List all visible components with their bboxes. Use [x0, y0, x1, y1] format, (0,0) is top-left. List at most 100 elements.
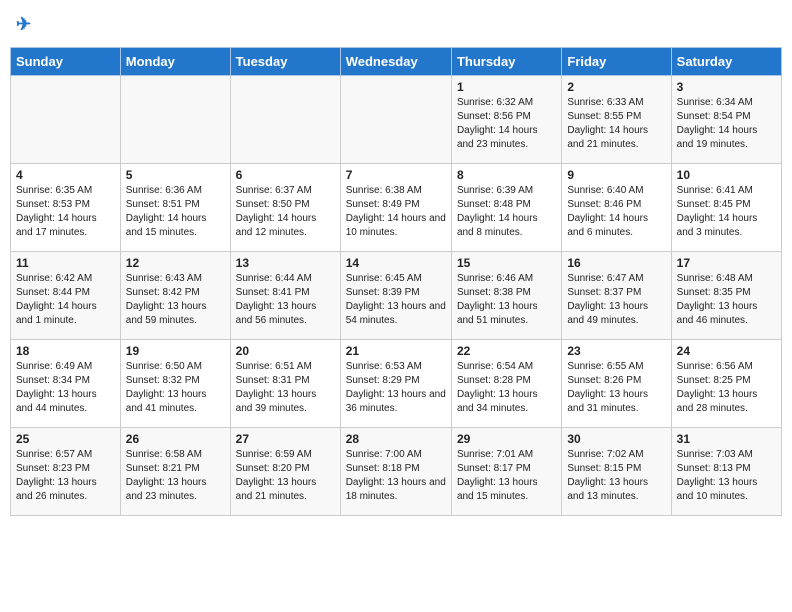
calendar-table: SundayMondayTuesdayWednesdayThursdayFrid…	[10, 47, 782, 516]
day-number: 26	[126, 432, 225, 446]
day-number: 18	[16, 344, 115, 358]
day-cell: 11Sunrise: 6:42 AM Sunset: 8:44 PM Dayli…	[11, 252, 121, 340]
day-cell: 31Sunrise: 7:03 AM Sunset: 8:13 PM Dayli…	[671, 428, 781, 516]
day-cell: 14 Sunrise: 6:45 AM Sunset: 8:39 PM Dayli…	[340, 252, 451, 340]
day-number: 4	[16, 168, 115, 182]
day-cell: 20 Sunrise: 6:51 AM Sunset: 8:31 PM Dayli…	[230, 340, 340, 428]
day-cell	[120, 76, 230, 164]
col-header-thursday: Thursday	[451, 48, 561, 76]
day-cell	[11, 76, 121, 164]
day-cell: 26 Sunrise: 6:58 AM Sunset: 8:21 PM Dayli…	[120, 428, 230, 516]
day-number: 21	[346, 344, 446, 358]
day-number: 1	[457, 80, 556, 94]
day-number: 9	[567, 168, 665, 182]
week-row-1: 1Sunrise: 6:32 AM Sunset: 8:56 PM Daylig…	[11, 76, 782, 164]
day-number: 22	[457, 344, 556, 358]
day-info: Sunrise: 6:53 AM Sunset: 8:29 PM Dayligh…	[346, 361, 446, 414]
day-cell: 1Sunrise: 6:32 AM Sunset: 8:56 PM Daylig…	[451, 76, 561, 164]
week-row-4: 18 Sunrise: 6:49 AM Sunset: 8:34 PM Dayli…	[11, 340, 782, 428]
day-number: 14	[346, 256, 446, 270]
day-number: 11	[16, 256, 115, 270]
day-info: Sunrise: 6:51 AM Sunset: 8:31 PM Dayligh…	[236, 361, 317, 414]
day-number: 20	[236, 344, 335, 358]
day-number: 6	[236, 168, 335, 182]
day-info: Sunrise: 6:36 AM Sunset: 8:51 PM Dayligh…	[126, 185, 207, 238]
day-info: Sunrise: 6:59 AM Sunset: 8:20 PM Dayligh…	[236, 449, 317, 502]
header: ✈	[10, 10, 782, 39]
day-cell: 4 Sunrise: 6:35 AM Sunset: 8:53 PM Daylig…	[11, 164, 121, 252]
day-number: 27	[236, 432, 335, 446]
day-number: 3	[677, 80, 776, 94]
day-info: Sunrise: 6:37 AM Sunset: 8:50 PM Dayligh…	[236, 185, 317, 238]
day-number: 15	[457, 256, 556, 270]
day-cell	[340, 76, 451, 164]
day-info: Sunrise: 6:54 AM Sunset: 8:28 PM Dayligh…	[457, 361, 538, 414]
day-cell: 18 Sunrise: 6:49 AM Sunset: 8:34 PM Dayli…	[11, 340, 121, 428]
day-info: Sunrise: 6:39 AM Sunset: 8:48 PM Dayligh…	[457, 185, 538, 238]
day-cell: 29 Sunrise: 7:01 AM Sunset: 8:17 PM Dayli…	[451, 428, 561, 516]
day-info: Sunrise: 6:50 AM Sunset: 8:32 PM Dayligh…	[126, 361, 207, 414]
day-cell: 12Sunrise: 6:43 AM Sunset: 8:42 PM Dayli…	[120, 252, 230, 340]
day-cell: 5 Sunrise: 6:36 AM Sunset: 8:51 PM Daylig…	[120, 164, 230, 252]
day-cell: 6 Sunrise: 6:37 AM Sunset: 8:50 PM Daylig…	[230, 164, 340, 252]
day-number: 10	[677, 168, 776, 182]
day-info: Sunrise: 6:56 AM Sunset: 8:25 PM Dayligh…	[677, 361, 758, 414]
day-cell: 27 Sunrise: 6:59 AM Sunset: 8:20 PM Dayli…	[230, 428, 340, 516]
day-number: 8	[457, 168, 556, 182]
day-cell: 16Sunrise: 6:47 AM Sunset: 8:37 PM Dayli…	[562, 252, 671, 340]
day-cell: 28Sunrise: 7:00 AM Sunset: 8:18 PM Dayli…	[340, 428, 451, 516]
day-info: Sunrise: 6:35 AM Sunset: 8:53 PM Dayligh…	[16, 185, 97, 238]
col-header-friday: Friday	[562, 48, 671, 76]
day-number: 12	[126, 256, 225, 270]
day-info: Sunrise: 6:55 AM Sunset: 8:26 PM Dayligh…	[567, 361, 648, 414]
day-cell: 7 Sunrise: 6:38 AM Sunset: 8:49 PM Daylig…	[340, 164, 451, 252]
day-cell	[230, 76, 340, 164]
week-row-5: 25Sunrise: 6:57 AM Sunset: 8:23 PM Dayli…	[11, 428, 782, 516]
day-cell: 2 Sunrise: 6:33 AM Sunset: 8:55 PM Daylig…	[562, 76, 671, 164]
day-cell: 21 Sunrise: 6:53 AM Sunset: 8:29 PM Dayli…	[340, 340, 451, 428]
day-number: 17	[677, 256, 776, 270]
week-row-3: 11Sunrise: 6:42 AM Sunset: 8:44 PM Dayli…	[11, 252, 782, 340]
day-number: 16	[567, 256, 665, 270]
day-info: Sunrise: 6:48 AM Sunset: 8:35 PM Dayligh…	[677, 273, 758, 326]
day-number: 30	[567, 432, 665, 446]
day-number: 29	[457, 432, 556, 446]
day-cell: 19 Sunrise: 6:50 AM Sunset: 8:32 PM Dayli…	[120, 340, 230, 428]
week-row-2: 4 Sunrise: 6:35 AM Sunset: 8:53 PM Daylig…	[11, 164, 782, 252]
day-number: 5	[126, 168, 225, 182]
day-info: Sunrise: 7:02 AM Sunset: 8:15 PM Dayligh…	[567, 449, 648, 502]
day-number: 31	[677, 432, 776, 446]
day-info: Sunrise: 7:01 AM Sunset: 8:17 PM Dayligh…	[457, 449, 538, 502]
calendar-header: SundayMondayTuesdayWednesdayThursdayFrid…	[11, 48, 782, 76]
day-cell: 30 Sunrise: 7:02 AM Sunset: 8:15 PM Dayli…	[562, 428, 671, 516]
day-info: Sunrise: 6:38 AM Sunset: 8:49 PM Dayligh…	[346, 185, 446, 238]
day-cell: 22 Sunrise: 6:54 AM Sunset: 8:28 PM Dayli…	[451, 340, 561, 428]
day-info: Sunrise: 6:45 AM Sunset: 8:39 PM Dayligh…	[346, 273, 446, 326]
day-info: Sunrise: 6:40 AM Sunset: 8:46 PM Dayligh…	[567, 185, 648, 238]
day-number: 13	[236, 256, 335, 270]
day-cell: 25Sunrise: 6:57 AM Sunset: 8:23 PM Dayli…	[11, 428, 121, 516]
day-info: Sunrise: 6:34 AM Sunset: 8:54 PM Dayligh…	[677, 97, 758, 150]
day-number: 24	[677, 344, 776, 358]
day-info: Sunrise: 6:49 AM Sunset: 8:34 PM Dayligh…	[16, 361, 97, 414]
day-number: 19	[126, 344, 225, 358]
day-info: Sunrise: 6:44 AM Sunset: 8:41 PM Dayligh…	[236, 273, 317, 326]
day-cell: 17 Sunrise: 6:48 AM Sunset: 8:35 PM Dayli…	[671, 252, 781, 340]
day-cell: 10Sunrise: 6:41 AM Sunset: 8:45 PM Dayli…	[671, 164, 781, 252]
col-header-monday: Monday	[120, 48, 230, 76]
day-number: 23	[567, 344, 665, 358]
day-cell: 13 Sunrise: 6:44 AM Sunset: 8:41 PM Dayli…	[230, 252, 340, 340]
day-info: Sunrise: 7:00 AM Sunset: 8:18 PM Dayligh…	[346, 449, 446, 502]
day-cell: 9 Sunrise: 6:40 AM Sunset: 8:46 PM Daylig…	[562, 164, 671, 252]
day-info: Sunrise: 6:33 AM Sunset: 8:55 PM Dayligh…	[567, 97, 648, 150]
day-info: Sunrise: 6:46 AM Sunset: 8:38 PM Dayligh…	[457, 273, 538, 326]
day-cell: 8 Sunrise: 6:39 AM Sunset: 8:48 PM Daylig…	[451, 164, 561, 252]
day-number: 7	[346, 168, 446, 182]
day-number: 2	[567, 80, 665, 94]
day-cell: 23 Sunrise: 6:55 AM Sunset: 8:26 PM Dayli…	[562, 340, 671, 428]
day-cell: 3 Sunrise: 6:34 AM Sunset: 8:54 PM Daylig…	[671, 76, 781, 164]
day-info: Sunrise: 6:58 AM Sunset: 8:21 PM Dayligh…	[126, 449, 207, 502]
day-info: Sunrise: 6:57 AM Sunset: 8:23 PM Dayligh…	[16, 449, 97, 502]
col-header-tuesday: Tuesday	[230, 48, 340, 76]
logo: ✈	[16, 14, 31, 35]
